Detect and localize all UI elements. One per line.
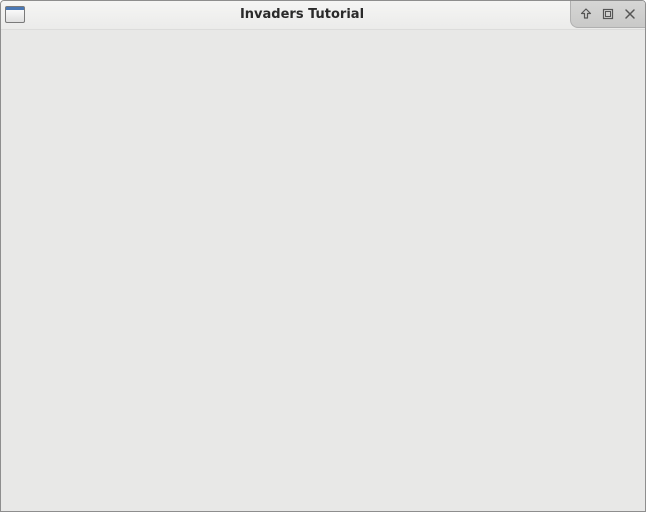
title-bar[interactable]: Invaders Tutorial [1, 1, 645, 30]
window-controls [570, 1, 645, 28]
maximize-button[interactable] [599, 5, 617, 23]
window-title: Invaders Tutorial [239, 7, 365, 22]
close-button[interactable] [621, 5, 639, 23]
close-icon [625, 9, 635, 19]
application-window: Invaders Tutorial [0, 0, 646, 512]
arrow-up-icon [580, 8, 592, 19]
game-canvas-area[interactable] [1, 30, 645, 511]
maximize-icon [602, 8, 614, 20]
shade-button[interactable] [577, 5, 595, 23]
